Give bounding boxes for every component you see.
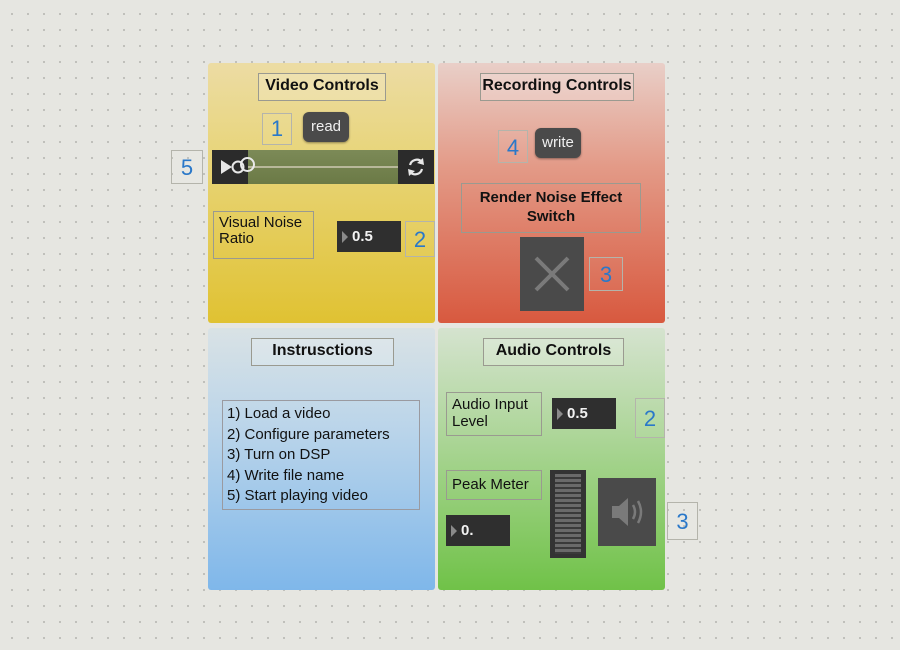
visual-noise-number-box[interactable]: 0.5 [337, 221, 401, 252]
visual-noise-value: 0.5 [352, 228, 373, 245]
video-controls-title: Video Controls [258, 73, 386, 101]
audio-input-number-box[interactable]: 0.5 [552, 398, 616, 429]
audio-input-label-line1: Audio Input [452, 396, 528, 413]
step-number-speaker: 3 [667, 502, 698, 540]
instruction-step: 2) Configure parameters [227, 425, 390, 443]
audio-input-level-label: Audio Input Level [446, 392, 542, 436]
instruction-step: 1) Load a video [227, 405, 331, 422]
peak-meter [550, 470, 586, 558]
visual-noise-label-line2: Ratio [219, 230, 255, 247]
x-toggle-icon [534, 256, 570, 292]
number-box-arrow-icon [451, 524, 457, 537]
step-number-player: 5 [171, 150, 203, 184]
write-button[interactable]: write [535, 128, 581, 158]
instructions-title: Instrusctions [251, 338, 394, 366]
number-box-arrow-icon [557, 407, 563, 420]
render-label-line1: Render Noise Effect [479, 189, 623, 206]
visual-noise-ratio-label: Visual Noise Ratio [213, 211, 314, 259]
render-noise-effect-label: Render Noise Effect Switch [461, 183, 641, 233]
instruction-step: 3) Turn on DSP [227, 446, 331, 463]
render-noise-toggle[interactable] [520, 237, 584, 311]
instruction-step: 5) Start playing video [227, 487, 368, 504]
instruction-step: 4) Write file name [227, 466, 345, 484]
instructions-panel: Instrusctions 1) Load a video 2) Configu… [208, 328, 435, 590]
peak-value: 0. [461, 522, 474, 539]
peak-meter-label: Peak Meter [446, 470, 542, 500]
video-scrubber[interactable] [248, 150, 398, 184]
read-button[interactable]: read [303, 112, 349, 142]
step-number-write: 4 [498, 130, 528, 163]
loop-icon [408, 158, 424, 176]
loop-button[interactable] [398, 150, 434, 184]
scrubber-knob[interactable] [240, 157, 255, 172]
speaker-icon [612, 498, 643, 526]
recording-controls-title: Recording Controls [480, 73, 634, 101]
audio-input-label-line2: Level [452, 413, 488, 430]
step-number-input: 2 [635, 398, 665, 438]
peak-meter-number-box[interactable]: 0. [446, 515, 510, 546]
number-box-arrow-icon [342, 230, 348, 243]
video-controls-panel: Video Controls 1 read Visual Noise Ratio… [208, 63, 435, 323]
recording-controls-panel: Recording Controls 4 write Render Noise … [438, 63, 665, 323]
instructions-list: 1) Load a video 2) Configure parameters … [222, 400, 420, 510]
audio-on-off-button[interactable] [598, 478, 656, 546]
audio-controls-panel: Audio Controls Audio Input Level 0.5 2 P… [438, 328, 665, 590]
scrubber-track [248, 166, 398, 168]
render-label-line2: Switch [526, 208, 576, 225]
step-number-render: 3 [589, 257, 623, 291]
step-number-read: 1 [262, 113, 292, 145]
step-number-noise: 2 [405, 221, 435, 257]
peak-meter-segments [555, 474, 581, 554]
audio-input-value: 0.5 [567, 405, 588, 422]
visual-noise-label-line1: Visual Noise [219, 214, 303, 231]
audio-controls-title: Audio Controls [483, 338, 624, 366]
